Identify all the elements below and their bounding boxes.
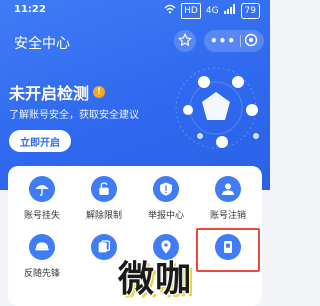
battery-indicator: 79 <box>240 3 260 19</box>
report-icon <box>153 176 179 202</box>
status-time: 11:22 <box>14 4 46 15</box>
service-label: 账号注销 <box>209 211 246 221</box>
service-label: 账号挂失 <box>23 211 60 221</box>
watermark-logo: 微咖 <box>118 259 193 300</box>
service-label: 解除限制 <box>85 211 122 221</box>
page-title: 安全中心 <box>14 36 70 52</box>
star-icon <box>178 32 192 51</box>
headline-text: 未开启检测 <box>9 84 90 103</box>
signal-icon <box>223 3 236 19</box>
close-button[interactable] <box>244 32 258 51</box>
security-network-illustration <box>175 67 259 149</box>
service-label: 反随先锋 <box>23 269 60 279</box>
status-icons: HD 4G 79 <box>164 3 260 19</box>
favorite-button[interactable] <box>174 30 196 52</box>
shield-hat-icon <box>29 234 55 260</box>
service-tile[interactable]: 反随先锋 <box>12 234 72 279</box>
more-button[interactable]: ••• <box>210 30 236 52</box>
enable-detection-button[interactable]: 立即开启 <box>9 130 71 152</box>
user-cancel-icon <box>215 176 241 202</box>
network-type-label: 4G <box>205 6 219 16</box>
service-label: 举报中心 <box>147 211 184 221</box>
status-bar: 11:22 HD 4G 79 <box>0 0 270 22</box>
umbrella-icon <box>29 176 55 202</box>
cards-icon <box>91 234 117 260</box>
capsule-divider <box>239 35 241 47</box>
hero-subtitle: 了解账号安全，获取安全建议 <box>9 110 139 121</box>
hd-icon: HD <box>181 3 201 19</box>
mini-program-capsule: ••• <box>204 30 264 52</box>
detection-status-headline: 未开启检测 ! <box>9 80 106 104</box>
wifi-icon <box>164 4 176 19</box>
service-tile[interactable]: 账号注销 <box>198 176 258 221</box>
service-tile[interactable]: 举报中心 <box>136 176 196 221</box>
unlock-icon <box>91 176 117 202</box>
service-tile[interactable]: 账号挂失 <box>12 176 72 221</box>
hero-panel: 11:22 HD 4G 79 安全中心 ••• 未开启检测 ! 了解账号安全，获… <box>0 0 270 190</box>
highlight-frame <box>196 228 260 272</box>
warning-icon: ! <box>93 86 106 98</box>
service-tile[interactable]: 解除限制 <box>74 176 134 221</box>
